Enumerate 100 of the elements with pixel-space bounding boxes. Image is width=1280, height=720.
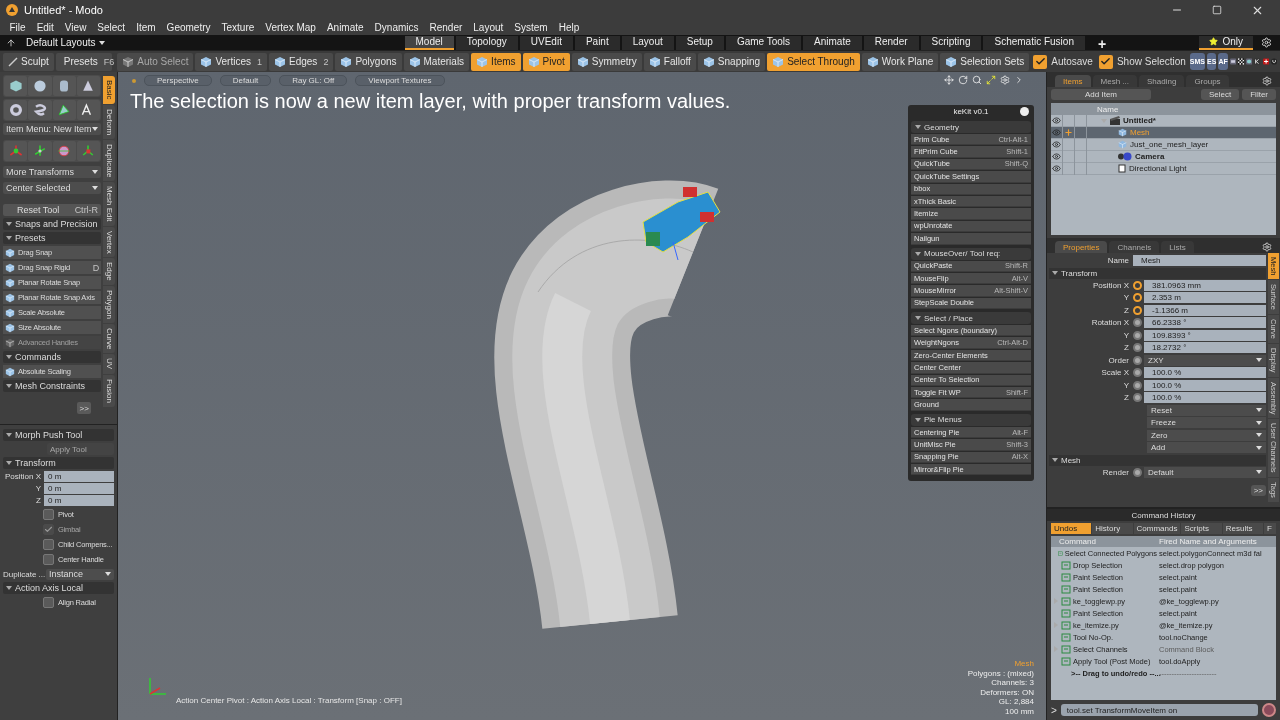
panel-tab[interactable]: Results <box>1222 523 1264 534</box>
command-field[interactable]: tool.set TransformMoveItem on <box>1060 704 1258 716</box>
number-field[interactable]: 109.8393 ° <box>1144 329 1266 341</box>
side-tab[interactable]: Edge <box>103 258 116 286</box>
menu-item[interactable]: Help <box>553 22 585 33</box>
viewport-option[interactable]: Ray GL: Off <box>279 75 348 86</box>
number-field[interactable]: 100.0 % <box>1144 367 1266 379</box>
toolbar-button[interactable]: Snapping <box>697 52 766 71</box>
section-header[interactable]: Mesh Constraints <box>3 380 102 392</box>
tree-row[interactable]: Directional Light <box>1051 163 1276 175</box>
number-field[interactable]: 0 m <box>44 495 114 506</box>
section-header[interactable]: Commands <box>3 351 102 363</box>
viewport-option[interactable]: Default <box>219 75 272 86</box>
toolbar-button[interactable]: Symmetry <box>571 52 642 71</box>
menu-item[interactable]: View <box>59 22 92 33</box>
menu-item[interactable]: Select <box>91 22 131 33</box>
toolbar-button[interactable]: Work Plane <box>861 52 939 71</box>
layouts-dropdown[interactable]: Default Layouts <box>26 37 105 48</box>
side-tab[interactable]: Duplicate <box>103 139 116 182</box>
duplicate-dropdown[interactable]: Instance <box>46 568 114 580</box>
menu-item[interactable]: Item <box>130 22 162 33</box>
panel-tab[interactable]: Channels <box>1109 241 1160 253</box>
number-field[interactable]: 0 m <box>44 471 114 482</box>
panel-tab[interactable]: F <box>1264 523 1277 534</box>
layout-tab[interactable]: Scripting <box>920 35 982 50</box>
panel-tab[interactable]: Undos <box>1051 523 1092 534</box>
toolbar-button[interactable]: Items <box>471 52 521 71</box>
viewport-option[interactable]: Perspective <box>144 75 212 86</box>
layout-tab[interactable]: Animate <box>803 35 862 50</box>
panel-tab[interactable]: Lists <box>1161 241 1194 253</box>
tree-row[interactable]: Just_one_mesh_layer <box>1051 139 1276 151</box>
menu-item[interactable]: System <box>508 22 554 33</box>
toolbar-button[interactable]: Vertices 1 <box>195 52 267 71</box>
layout-tab[interactable]: Game Tools <box>725 35 802 50</box>
panel-tab[interactable]: Properties <box>1055 241 1108 253</box>
panel-tab[interactable]: History <box>1092 523 1133 534</box>
toolbar-button[interactable]: Pivot <box>522 52 570 71</box>
layout-tab[interactable]: Render <box>863 35 919 50</box>
add-tab-button[interactable]: + <box>1086 35 1118 50</box>
action-dropdown[interactable]: Add <box>1147 442 1266 454</box>
more-button[interactable]: >> <box>1250 485 1266 496</box>
dropdown[interactable]: More Transforms <box>3 166 102 178</box>
item-menu-dropdown[interactable]: Item Menu: New Item <box>3 123 102 135</box>
toolbar-button[interactable]: Select Through <box>767 52 860 71</box>
dropdown[interactable]: Center Selected <box>3 182 102 194</box>
add-item-button[interactable]: Add Item <box>1051 89 1151 100</box>
section-header[interactable]: Morph Push Tool <box>3 429 114 441</box>
number-field[interactable]: 100.0 % <box>1144 379 1266 391</box>
section-header[interactable]: Action Axis Local <box>3 582 114 594</box>
toolbar-button[interactable]: Edges 2 <box>269 52 334 71</box>
section-header[interactable]: Geometry <box>911 121 1031 133</box>
layout-tab[interactable]: Paint <box>574 35 620 50</box>
side-tab[interactable]: Curve <box>103 324 116 354</box>
number-field[interactable]: 100.0 % <box>1144 392 1266 404</box>
action-dropdown[interactable]: Zero <box>1147 429 1266 441</box>
menu-item[interactable]: Texture <box>216 22 260 33</box>
menu-item[interactable]: Layout <box>467 22 509 33</box>
menu-item[interactable]: Edit <box>31 22 60 33</box>
side-tab[interactable]: Fusion <box>103 374 116 407</box>
toolbar-button[interactable]: Selection Sets <box>940 52 1030 71</box>
side-tab[interactable]: Deform <box>103 104 116 139</box>
number-field[interactable]: 381.0963 mm <box>1144 279 1266 291</box>
number-field[interactable]: 2.353 m <box>1144 292 1266 304</box>
menu-item[interactable]: Animate <box>321 22 370 33</box>
more-button[interactable]: >> <box>77 402 92 414</box>
sculpt-button[interactable]: Sculpt <box>3 52 54 71</box>
menu-item[interactable]: Geometry <box>161 22 216 33</box>
select-button[interactable]: Select <box>1201 89 1240 100</box>
section-header[interactable]: Pie Menus <box>911 413 1031 426</box>
section-header[interactable]: MouseOver/ Tool req: <box>911 247 1031 260</box>
layout-tab[interactable]: Model <box>404 35 454 50</box>
layout-tab[interactable]: Setup <box>675 35 724 50</box>
toolbar-button[interactable]: Falloff <box>643 52 696 71</box>
panel-tab[interactable]: Mesh ... <box>1092 75 1137 87</box>
section-header[interactable]: Transform <box>3 457 114 469</box>
section-header[interactable]: Mesh <box>1049 454 1266 466</box>
section-header[interactable]: Transform <box>1049 267 1266 279</box>
layout-tab[interactable]: UVEdit <box>519 35 573 50</box>
order-dropdown[interactable]: ZXY <box>1144 354 1266 366</box>
panel-tab[interactable]: Items <box>1055 75 1091 87</box>
menu-item[interactable]: Dynamics <box>369 22 424 33</box>
side-tab[interactable]: Polygon <box>103 286 116 324</box>
layout-tab[interactable]: Layout <box>621 35 674 50</box>
number-field[interactable]: 0 m <box>44 483 114 494</box>
tree-row[interactable]: Camera <box>1051 151 1276 163</box>
reset-tool-button[interactable]: Reset Tool Ctrl-R <box>3 204 102 216</box>
panel-tab[interactable]: Groups <box>1186 75 1229 87</box>
menu-item[interactable]: Vertex Map <box>259 22 322 33</box>
number-field[interactable]: -1.1366 m <box>1144 304 1266 316</box>
side-tab[interactable]: Vertex <box>103 226 116 258</box>
panel-tab[interactable]: Scripts <box>1181 523 1222 534</box>
render-dropdown[interactable]: Default <box>1144 466 1266 478</box>
menu-item[interactable]: File <box>4 22 32 33</box>
menu-item[interactable]: Render <box>424 22 468 33</box>
side-tab[interactable]: UV <box>103 354 116 374</box>
apply-tool-button[interactable]: Apply Tool <box>47 443 114 455</box>
toolbar-button[interactable]: Polygons <box>335 52 402 71</box>
action-dropdown[interactable]: Freeze <box>1147 417 1266 429</box>
side-tab[interactable]: Mesh Edit <box>103 182 116 226</box>
name-field[interactable]: Mesh <box>1133 255 1266 267</box>
